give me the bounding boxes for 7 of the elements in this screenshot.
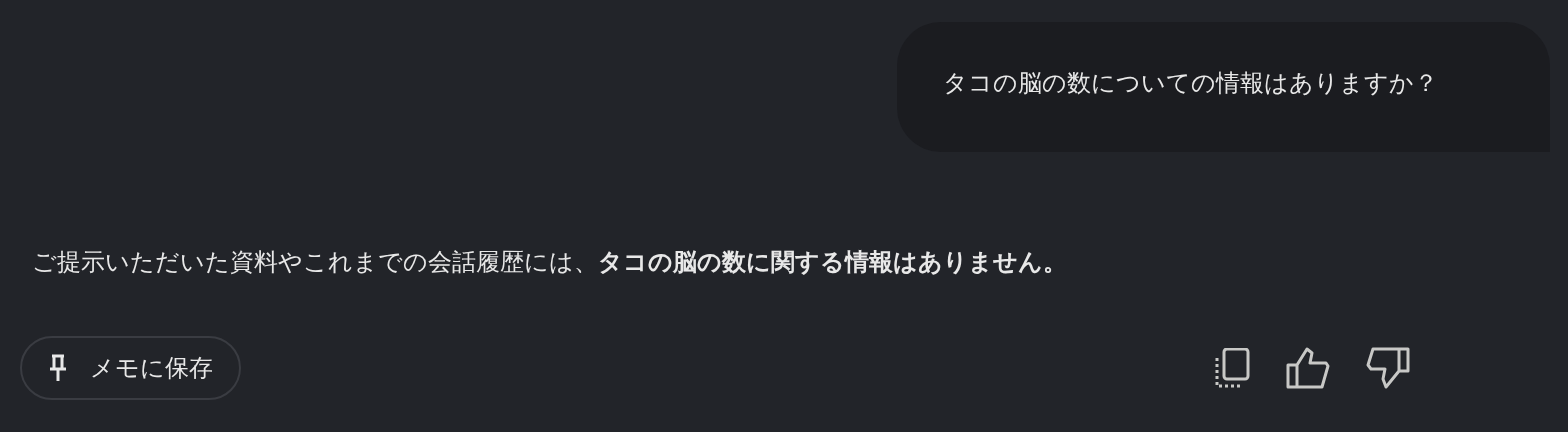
- user-message: タコの脳の数についての情報はありますか？: [897, 22, 1550, 152]
- thumbs-down-icon[interactable]: [1366, 347, 1410, 389]
- pin-icon: [48, 354, 68, 382]
- copy-icon[interactable]: [1214, 348, 1250, 388]
- thumbs-up-icon[interactable]: [1286, 347, 1330, 389]
- response-text: ご提示いただいた資料やこれまでの会話履歴には、タコの脳の数に関する情報はありません。: [32, 247, 1068, 278]
- save-to-notes-button[interactable]: メモに保存: [20, 336, 241, 400]
